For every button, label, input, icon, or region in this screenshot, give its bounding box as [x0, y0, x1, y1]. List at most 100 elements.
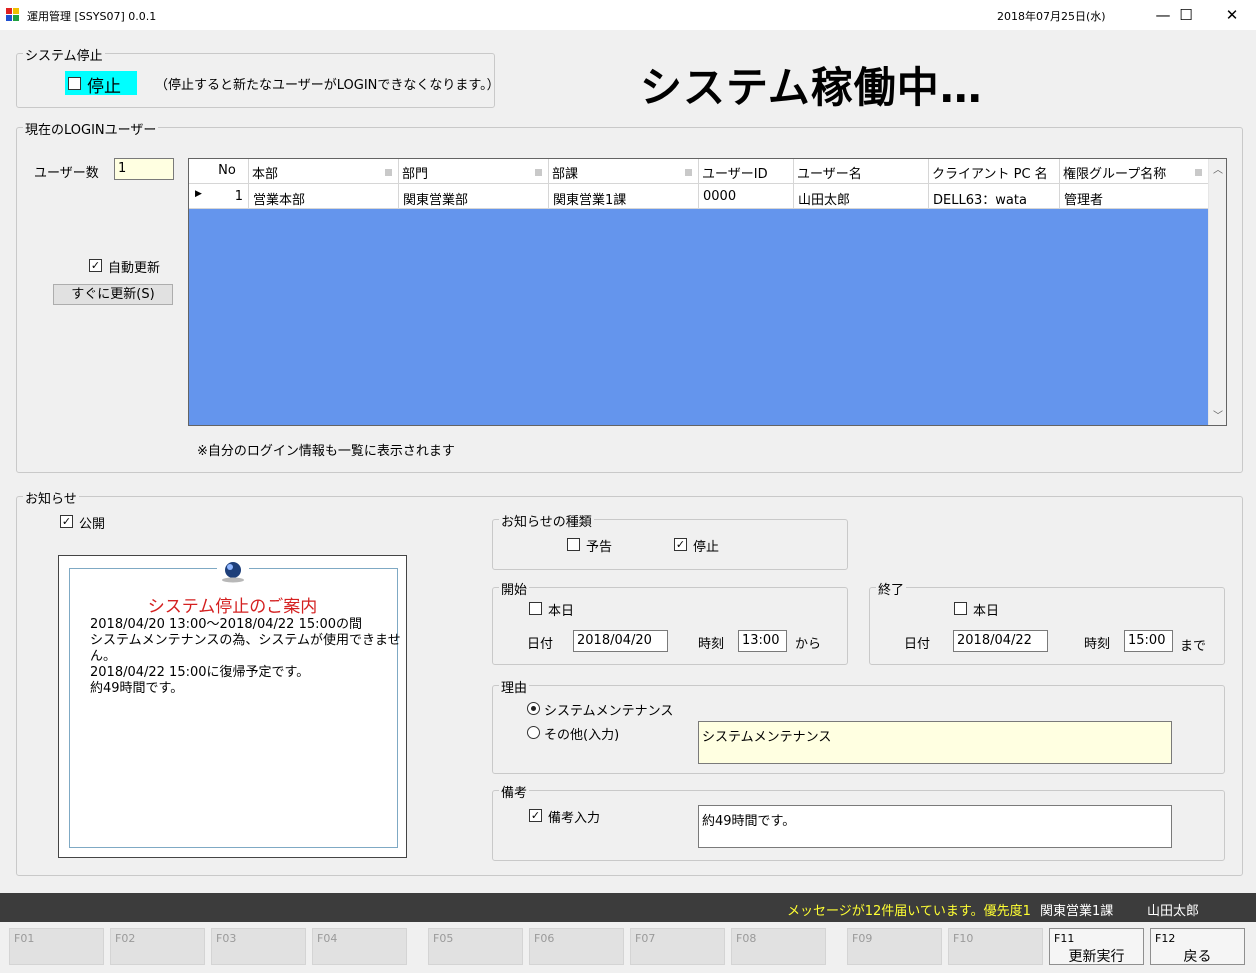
reason-other-label: その他(入力)	[544, 728, 620, 743]
remarks-legend: 備考	[499, 782, 530, 801]
reason-legend: 理由	[499, 677, 530, 696]
f08-key: F08	[736, 932, 757, 945]
scroll-up-icon[interactable]: ︿	[1213, 161, 1223, 176]
window-title: 運用管理 [SSYS07] 0.0.1	[27, 10, 157, 23]
f12-label: 戻る	[1183, 949, 1212, 965]
f06-key: F06	[534, 932, 555, 945]
app-icon	[6, 8, 20, 22]
status-bar: メッセージが12件届いています。優先度1 関東営業1課 山田太郎	[0, 893, 1256, 922]
notice-preview-line: システムメンテナンスの為、システムが使用できませ	[90, 633, 401, 648]
f04-button[interactable]: F04	[312, 928, 407, 965]
table-row[interactable]: ▶ 1	[189, 184, 249, 209]
login-users-legend: 現在のLOGINユーザー	[23, 119, 159, 138]
cell-user-name[interactable]: 山田太郎	[794, 184, 929, 209]
user-count-label: ユーザー数	[34, 166, 99, 181]
notice-preview-line: 2018/04/22 15:00に復帰予定です。	[90, 665, 310, 680]
end-today-checkbox[interactable]	[954, 602, 967, 615]
f03-button[interactable]: F03	[211, 928, 306, 965]
column-header-division[interactable]: 部門	[399, 159, 549, 184]
start-time-label: 時刻	[698, 637, 725, 652]
start-time-field[interactable]: 13:00	[738, 630, 787, 652]
cell-hq[interactable]: 営業本部	[249, 184, 399, 209]
cell-section[interactable]: 関東営業1課	[549, 184, 699, 209]
f06-button[interactable]: F06	[529, 928, 624, 965]
user-count-field[interactable]: 1	[114, 158, 174, 180]
grid-vertical-scrollbar[interactable]: ︿ ﹀	[1208, 159, 1226, 425]
column-header-no[interactable]: No	[189, 159, 249, 184]
reason-text-field[interactable]: システムメンテナンス	[698, 721, 1172, 764]
reason-maintenance-label: システムメンテナンス	[544, 704, 674, 719]
function-key-bar: F01 F02 F03 F04 F05 F06 F07 F08 F09 F10 …	[0, 922, 1256, 973]
remarks-checkbox[interactable]: ✓	[529, 809, 542, 822]
remarks-text-field[interactable]: 約49時間です。	[698, 805, 1172, 848]
stop-notice-label: 停止	[693, 540, 720, 555]
f02-button[interactable]: F02	[110, 928, 205, 965]
notice-preview-line: 約49時間です。	[90, 681, 184, 696]
f03-key: F03	[216, 932, 237, 945]
publish-label: 公開	[79, 517, 106, 532]
grid-footnote: ※自分のログイン情報も一覧に表示されます	[197, 444, 455, 459]
notice-legend: お知らせ	[23, 488, 79, 507]
start-today-checkbox[interactable]	[529, 602, 542, 615]
refresh-now-button[interactable]: すぐに更新(S)	[53, 284, 173, 305]
f04-key: F04	[317, 932, 338, 945]
publish-checkbox[interactable]: ✓	[60, 515, 73, 528]
stop-checkbox-highlight[interactable]: 停止	[65, 71, 137, 97]
row-indicator-icon: ▶	[195, 189, 202, 199]
cell-user-id[interactable]: 0000	[699, 184, 794, 209]
sort-icon	[385, 169, 392, 176]
column-header-permission-group[interactable]: 権限グループ名称	[1060, 159, 1209, 184]
sort-icon	[535, 169, 542, 176]
end-time-field[interactable]: 15:00	[1124, 630, 1173, 652]
f05-button[interactable]: F05	[428, 928, 523, 965]
column-header-section[interactable]: 部課	[549, 159, 699, 184]
column-header-section-label: 部課	[552, 167, 579, 182]
login-users-grid[interactable]: No 本部 部門 部課 ユーザーID ユーザー名 クライアント PC 名 権限グ…	[188, 158, 1227, 426]
f10-key: F10	[953, 932, 974, 945]
status-message[interactable]: メッセージが12件届いています。優先度1	[787, 900, 1031, 919]
system-stop-legend: システム停止	[23, 45, 105, 64]
column-header-permission-group-label: 権限グループ名称	[1063, 167, 1167, 182]
stop-note: （停止すると新たなユーザーがLOGINできなくなります。）	[155, 78, 500, 93]
f01-button[interactable]: F01	[9, 928, 104, 965]
f11-key: F11	[1054, 932, 1075, 945]
f07-key: F07	[635, 932, 656, 945]
f10-button[interactable]: F10	[948, 928, 1043, 965]
status-user: 山田太郎	[1147, 904, 1200, 919]
scroll-down-icon[interactable]: ﹀	[1213, 407, 1223, 422]
end-time-label: 時刻	[1084, 637, 1111, 652]
stop-checkbox[interactable]	[68, 77, 81, 90]
notice-preview-line: 2018/04/20 13:00～2018/04/22 15:00の間	[90, 617, 363, 632]
reason-other-radio[interactable]	[527, 726, 540, 739]
f07-button[interactable]: F07	[630, 928, 725, 965]
start-date-label: 日付	[527, 637, 554, 652]
notice-type-legend: お知らせの種類	[499, 511, 594, 530]
cell-division[interactable]: 関東営業部	[399, 184, 549, 209]
start-date-field[interactable]: 2018/04/20	[573, 630, 668, 652]
start-today-label: 本日	[548, 604, 575, 619]
column-header-hq[interactable]: 本部	[249, 159, 399, 184]
f01-key: F01	[14, 932, 35, 945]
notice-bell-icon	[217, 558, 249, 584]
maximize-button[interactable]: ☐	[1163, 0, 1209, 30]
column-header-user-name[interactable]: ユーザー名	[794, 159, 929, 184]
notice-preview-body: 2018/04/20 13:00～2018/04/22 15:00の間 システム…	[90, 617, 401, 697]
cell-no: 1	[234, 189, 243, 204]
sort-icon	[1195, 169, 1202, 176]
column-header-client-pc[interactable]: クライアント PC 名	[929, 159, 1060, 184]
system-status-banner: システム稼働中…	[640, 63, 983, 112]
column-header-user-id[interactable]: ユーザーID	[699, 159, 794, 184]
f11-update-button[interactable]: F11 更新実行	[1049, 928, 1144, 965]
advance-notice-checkbox[interactable]	[567, 538, 580, 551]
f12-back-button[interactable]: F12 戻る	[1150, 928, 1245, 965]
f09-button[interactable]: F09	[847, 928, 942, 965]
f08-button[interactable]: F08	[731, 928, 826, 965]
column-header-hq-label: 本部	[252, 167, 279, 182]
stop-notice-checkbox[interactable]: ✓	[674, 538, 687, 551]
cell-client-pc[interactable]: DELL63：wata	[929, 184, 1060, 209]
end-date-field[interactable]: 2018/04/22	[953, 630, 1048, 652]
close-button[interactable]: ✕	[1209, 0, 1255, 30]
cell-permission-group[interactable]: 管理者	[1060, 184, 1209, 209]
auto-refresh-checkbox[interactable]: ✓	[89, 259, 102, 272]
reason-maintenance-radio[interactable]	[527, 702, 540, 715]
